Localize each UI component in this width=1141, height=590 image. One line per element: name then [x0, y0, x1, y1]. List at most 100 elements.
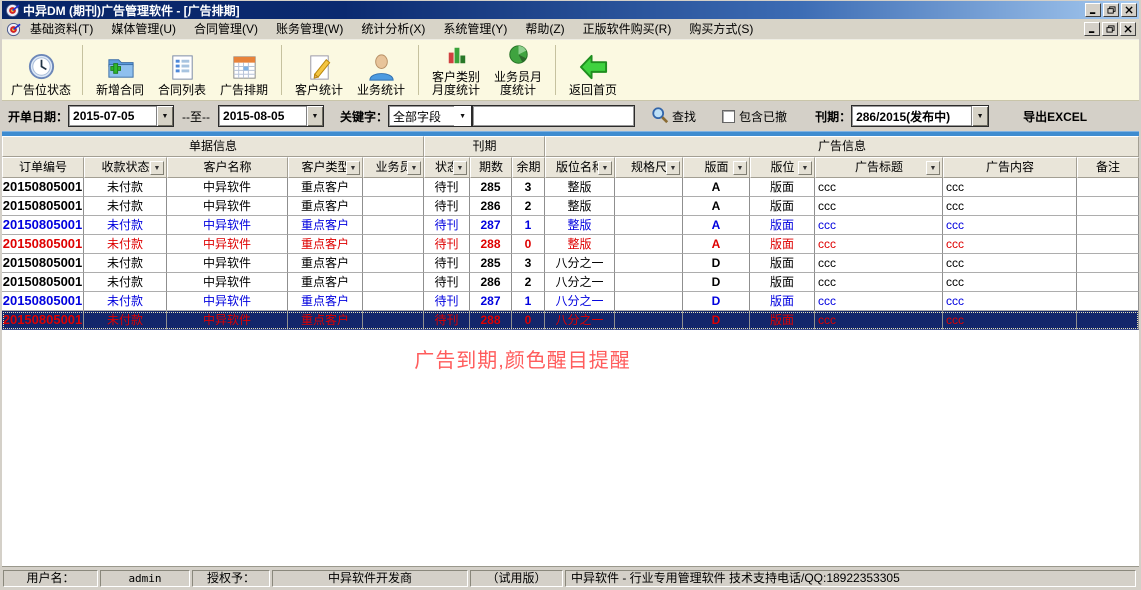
- salesman-monthly-icon: [503, 40, 534, 71]
- mdi-minimize-button[interactable]: [1084, 22, 1100, 36]
- toolbar-button-clock[interactable]: 广告位状态: [6, 41, 76, 99]
- column-header[interactable]: 订单编号: [2, 157, 84, 178]
- column-filter-arrow-icon[interactable]: [926, 161, 940, 175]
- column-header[interactable]: 余期: [512, 157, 545, 178]
- chevron-down-icon[interactable]: [306, 106, 323, 126]
- column-filter-arrow-icon[interactable]: [407, 161, 421, 175]
- chevron-down-icon[interactable]: [454, 106, 471, 126]
- toolbar-button-business-stats[interactable]: 业务统计: [350, 41, 412, 99]
- table-cell: 版面: [750, 311, 815, 330]
- table-row[interactable]: 20150805001未付款中异软件重点客户待刊2880八分之一D版面ccccc…: [2, 311, 1139, 330]
- date-from-select[interactable]: 2015-07-05: [68, 105, 174, 127]
- toolbar-button-label: 业务统计: [357, 84, 405, 97]
- menu-item[interactable]: 合同管理(V): [185, 19, 267, 39]
- menu-item[interactable]: 帮助(Z): [516, 19, 573, 39]
- toolbar-button-contract-list[interactable]: 合同列表: [151, 41, 213, 99]
- toolbar-separator: [281, 45, 282, 95]
- menu-item[interactable]: 系统管理(Y): [434, 19, 516, 39]
- table-row[interactable]: 20150805001未付款中异软件重点客户待刊2862整版A版面cccccc: [2, 197, 1139, 216]
- issue-select[interactable]: 286/2015(发布中): [851, 105, 989, 127]
- table-row[interactable]: 20150805001未付款中异软件重点客户待刊2871整版A版面cccccc: [2, 216, 1139, 235]
- toolbar-button-new-contract[interactable]: 新增合同: [89, 41, 151, 99]
- table-cell: [1077, 216, 1139, 235]
- column-header[interactable]: 状态: [424, 157, 470, 178]
- toolbar-separator: [418, 45, 419, 95]
- toolbar-button-category-monthly[interactable]: 客户类别 月度统计: [425, 41, 487, 99]
- mdi-restore-button[interactable]: [1102, 22, 1118, 36]
- table-cell: [363, 197, 424, 216]
- back-home-icon: [578, 50, 609, 84]
- toolbar-button-label: 返回首页: [569, 84, 617, 97]
- column-filter-arrow-icon[interactable]: [798, 161, 812, 175]
- table-cell: 版面: [750, 235, 815, 254]
- column-header[interactable]: 客户类型: [288, 157, 363, 178]
- column-filter-arrow-icon[interactable]: [346, 161, 360, 175]
- column-header[interactable]: 规格尺: [615, 157, 683, 178]
- column-header[interactable]: 客户名称: [167, 157, 288, 178]
- column-header[interactable]: 广告标题: [815, 157, 943, 178]
- table-cell: [615, 254, 683, 273]
- export-excel-button[interactable]: 导出EXCEL: [1023, 108, 1087, 125]
- status-panel: 中异软件 - 行业专用管理软件 技术支持电话/QQ:18922353305: [565, 570, 1136, 587]
- column-filter-arrow-icon[interactable]: [733, 161, 747, 175]
- table-cell: 20150805001: [2, 197, 84, 216]
- table-row[interactable]: 20150805001未付款中异软件重点客户待刊2853八分之一D版面ccccc…: [2, 254, 1139, 273]
- table-cell: 版面: [750, 273, 815, 292]
- table-row[interactable]: 20150805001未付款中异软件重点客户待刊2853整版A版面cccccc: [2, 178, 1139, 197]
- menu-item[interactable]: 媒体管理(U): [102, 19, 185, 39]
- table-cell: 中异软件: [167, 216, 288, 235]
- table-group-header: 单据信息: [2, 136, 424, 157]
- filter-bar: 开单日期： 2015-07-05 --至-- 2015-08-05 关键字： 全…: [2, 101, 1139, 131]
- table-cell: ccc: [943, 311, 1077, 330]
- column-header[interactable]: 版位名称: [545, 157, 615, 178]
- column-header[interactable]: 业务员: [363, 157, 424, 178]
- toolbar-button-ad-schedule[interactable]: 广告排期: [213, 41, 275, 99]
- minimize-button[interactable]: [1085, 3, 1101, 17]
- status-panel: 用户名：: [3, 570, 98, 587]
- business-stats-icon: [366, 50, 397, 84]
- menu-item[interactable]: 统计分析(X): [352, 19, 434, 39]
- mdi-close-button[interactable]: [1120, 22, 1136, 36]
- include-cancelled-checkbox[interactable]: [722, 110, 735, 123]
- close-button[interactable]: [1121, 3, 1137, 17]
- date-to-select[interactable]: 2015-08-05: [218, 105, 324, 127]
- menu-item[interactable]: 账务管理(W): [267, 19, 352, 39]
- column-filter-arrow-icon[interactable]: [666, 161, 680, 175]
- toolbar-button-label: 广告排期: [220, 84, 268, 97]
- column-header[interactable]: 收款状态: [84, 157, 167, 178]
- table-row[interactable]: 20150805001未付款中异软件重点客户待刊2871八分之一D版面ccccc…: [2, 292, 1139, 311]
- menu-item[interactable]: 正版软件购买(R): [574, 19, 681, 39]
- column-header[interactable]: 期数: [470, 157, 512, 178]
- column-filter-arrow-icon[interactable]: [453, 161, 467, 175]
- table-cell: 版面: [750, 197, 815, 216]
- column-header[interactable]: 版面: [683, 157, 750, 178]
- column-header[interactable]: 备注: [1077, 157, 1139, 178]
- keyword-input[interactable]: [472, 105, 635, 127]
- toolbar-button-salesman-monthly[interactable]: 业务员月 度统计: [487, 41, 549, 99]
- column-header-label: 余期: [516, 160, 540, 174]
- toolbar-button-customer-stats[interactable]: 客户统计: [288, 41, 350, 99]
- table-row[interactable]: 20150805001未付款中异软件重点客户待刊2880整版A版面cccccc: [2, 235, 1139, 254]
- column-header[interactable]: 版位: [750, 157, 815, 178]
- menu-item[interactable]: 基础资料(T): [21, 19, 102, 39]
- table-cell: 未付款: [84, 292, 167, 311]
- toolbar-button-back-home[interactable]: 返回首页: [562, 41, 624, 99]
- keyword-field-select[interactable]: 全部字段: [388, 105, 472, 127]
- chevron-down-icon[interactable]: [156, 106, 173, 126]
- column-header-label: 版位名称: [556, 160, 604, 174]
- table-cell: 中异软件: [167, 197, 288, 216]
- table-cell: ccc: [815, 311, 943, 330]
- table-cell: 0: [512, 311, 545, 330]
- table-row[interactable]: 20150805001未付款中异软件重点客户待刊2862八分之一D版面ccccc…: [2, 273, 1139, 292]
- table-cell: 20150805001: [2, 216, 84, 235]
- menu-bar: 基础资料(T)媒体管理(U)合同管理(V)账务管理(W)统计分析(X)系统管理(…: [2, 19, 1139, 40]
- column-header[interactable]: 广告内容: [943, 157, 1077, 178]
- table-cell: 288: [470, 311, 512, 330]
- column-filter-arrow-icon[interactable]: [598, 161, 612, 175]
- search-button[interactable]: 查找: [651, 106, 696, 127]
- column-filter-arrow-icon[interactable]: [150, 161, 164, 175]
- chevron-down-icon[interactable]: [971, 106, 988, 126]
- menu-item[interactable]: 购买方式(S): [680, 19, 762, 39]
- column-header-label: 订单编号: [19, 160, 67, 174]
- restore-button[interactable]: [1103, 3, 1119, 17]
